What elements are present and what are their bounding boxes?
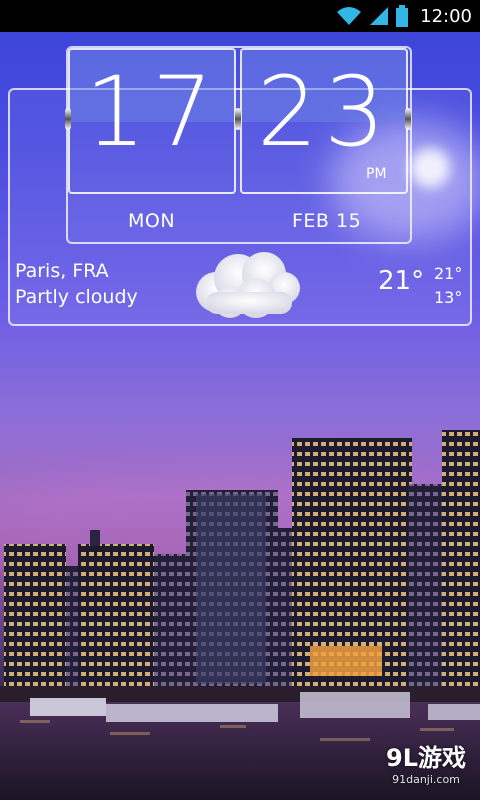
hour-flip-card: 17	[68, 48, 236, 194]
weather-current-temp: 21°	[378, 266, 425, 296]
weather-high-temp: 21°	[434, 264, 463, 283]
watermark-logo: 9L游戏	[386, 744, 466, 772]
clock-day: MON	[128, 210, 176, 232]
clock-date: FEB 15	[292, 210, 362, 232]
watermark-url: 91danji.com	[392, 773, 460, 786]
clock-hour: 17	[84, 56, 220, 168]
signal-icon	[370, 7, 389, 25]
battery-icon	[396, 5, 409, 27]
home-screen: 12:00 17 23 PM MON FEB 15 Paris, FRA Par…	[0, 0, 480, 800]
flip-hinge-center	[235, 108, 241, 130]
clock-ampm: PM	[366, 166, 387, 182]
watermark: 9L游戏 91danji.com	[386, 738, 466, 786]
status-time: 12:00	[420, 5, 472, 27]
flip-hinge-right	[405, 108, 411, 130]
partly-cloudy-icon	[196, 252, 300, 318]
flip-hinge-left	[65, 108, 71, 130]
status-bar: 12:00	[0, 0, 480, 32]
weather-city: Paris, FRA	[15, 260, 109, 282]
wifi-icon	[337, 7, 362, 25]
weather-low-temp: 13°	[434, 288, 463, 307]
clock-minute: 23	[256, 56, 392, 168]
weather-condition: Partly cloudy	[15, 286, 138, 308]
